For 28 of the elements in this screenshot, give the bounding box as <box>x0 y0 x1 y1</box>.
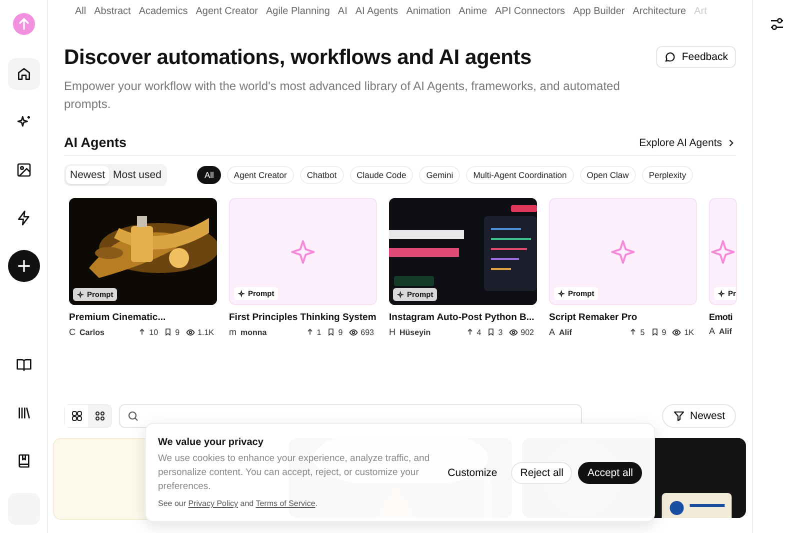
view-count: 693 <box>360 328 374 336</box>
upvote-count: 1 <box>316 328 322 336</box>
author-name: Alif <box>719 326 733 336</box>
upvote-count: 10 <box>149 328 158 336</box>
author-name: Carlos <box>80 328 106 336</box>
author-initial: m <box>229 327 236 337</box>
page-subtitle: Empower your workflow with the world's most advanced library of AI Agents, frameworks, and automated prompts. <box>64 78 621 113</box>
author-name: monna <box>240 328 268 336</box>
save-count: 9 <box>662 328 666 336</box>
upvote-count: 4 <box>476 328 482 336</box>
view-count: 1K <box>684 328 694 336</box>
view-count: 1.1K <box>198 328 214 336</box>
page-title: Discover automations, workflows and AI agents <box>64 46 532 70</box>
save-count: 3 <box>498 328 503 336</box>
section-title: AI Agents <box>64 135 127 150</box>
save-count: 9 <box>175 328 180 336</box>
view-count: 902 <box>520 328 534 336</box>
author-initial: H <box>389 327 396 337</box>
save-count: 9 <box>338 328 343 336</box>
author-initial: A <box>549 327 556 337</box>
banner-text: We use cookies to enhance your experience, analyze traffic, and personalize content. You can accept, reject, or customize your preferences. <box>158 452 431 494</box>
upvote-count: 5 <box>640 328 645 336</box>
author-initial: A <box>709 326 716 336</box>
author-name: Hüseyin <box>400 328 432 336</box>
banner-title: We value your privacy <box>158 437 264 448</box>
author-initial: C <box>69 327 76 337</box>
policy-note: See our Privacy Policy and Terms of Service. <box>158 499 319 508</box>
author-name: Alif <box>559 328 573 336</box>
